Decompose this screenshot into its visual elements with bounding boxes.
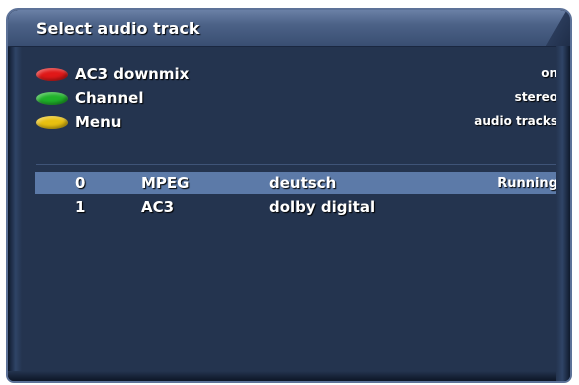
track-type: AC3	[141, 198, 175, 216]
green-key-label: Channel	[75, 89, 144, 107]
bottom-frame	[8, 371, 570, 381]
track-status: Running	[497, 176, 558, 191]
track-row-0[interactable]: 0 MPEG deutsch Running	[35, 172, 558, 194]
yellow-key-label: Menu	[75, 113, 122, 131]
yellow-key-row[interactable]: Menu	[36, 111, 121, 133]
green-key-row[interactable]: Channel	[36, 87, 143, 109]
track-number: 1	[75, 198, 86, 216]
audio-track-dialog: Select audio track AC3 downmix on Channe…	[6, 8, 572, 383]
track-row-1[interactable]: 1 AC3 dolby digital	[35, 196, 558, 218]
track-language: deutsch	[269, 174, 337, 192]
green-button-icon[interactable]	[36, 91, 68, 105]
yellow-key-value: audio tracks	[474, 114, 558, 128]
track-number: 0	[75, 174, 86, 192]
track-language: dolby digital	[269, 198, 376, 216]
red-key-value: on	[541, 66, 558, 80]
title-bar: Select audio track	[8, 10, 570, 47]
dialog-title: Select audio track	[36, 19, 200, 38]
track-type: MPEG	[141, 174, 190, 192]
yellow-button-icon[interactable]	[36, 115, 68, 129]
divider	[36, 164, 558, 165]
green-key-value: stereo	[514, 90, 558, 104]
red-key-label: AC3 downmix	[75, 65, 190, 83]
red-key-row[interactable]: AC3 downmix	[36, 63, 189, 85]
red-button-icon[interactable]	[36, 67, 68, 81]
